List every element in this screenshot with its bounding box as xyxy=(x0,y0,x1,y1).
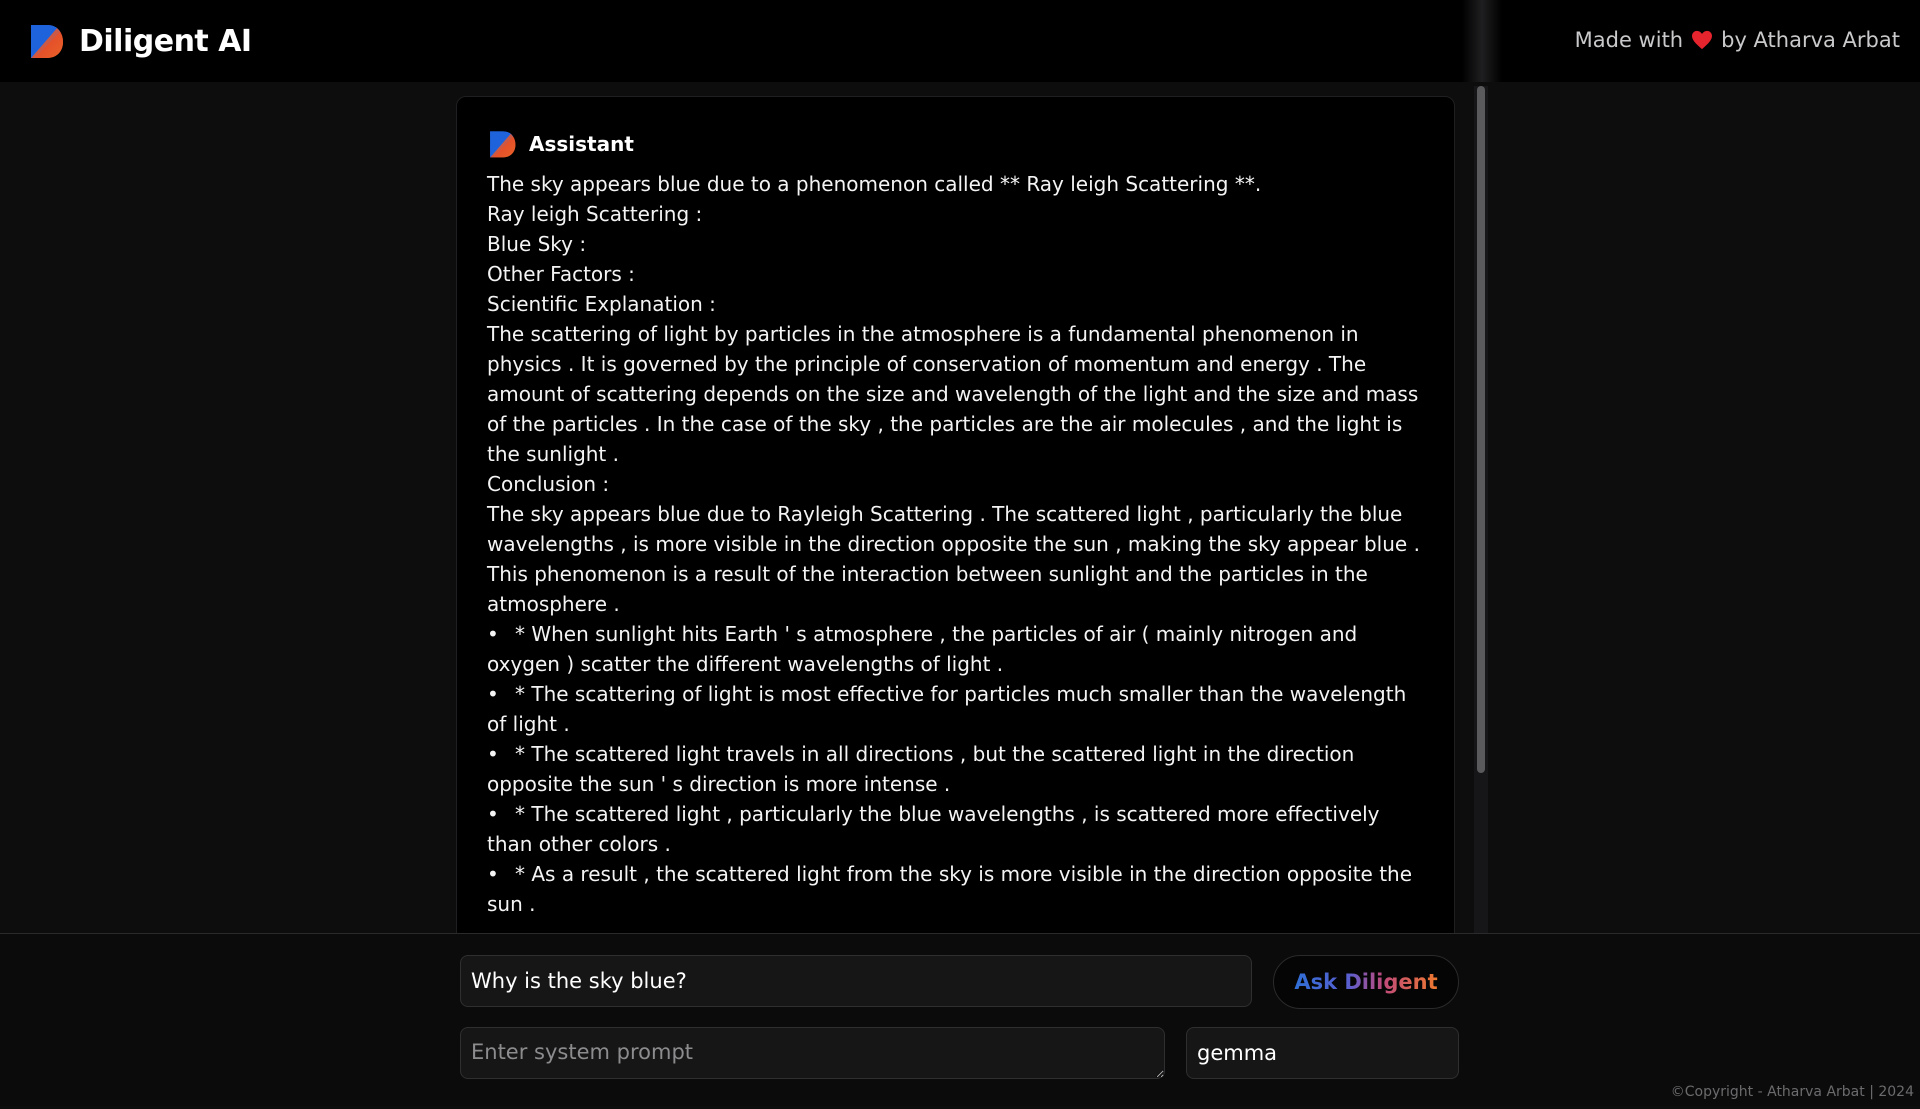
chat-area[interactable]: Assistant The sky appears blue due to a … xyxy=(0,82,1920,933)
made-with-prefix: Made with xyxy=(1574,28,1684,52)
system-prompt-input[interactable] xyxy=(460,1027,1165,1079)
scrollbar-thumb[interactable] xyxy=(1477,86,1485,773)
made-with-author: by Atharva Arbat xyxy=(1721,28,1900,52)
app-name: Diligent AI xyxy=(79,23,252,59)
top-header: Diligent AI Made with by Atharva Arbat xyxy=(0,0,1920,82)
brand[interactable]: Diligent AI xyxy=(27,22,252,60)
diligent-logo-icon xyxy=(31,25,63,58)
model-input[interactable] xyxy=(1186,1027,1459,1079)
message-bullet: * The scattering of light is most effect… xyxy=(487,679,1422,739)
message-paragraph: Ray leigh Scattering : xyxy=(487,202,703,226)
prompt-input[interactable] xyxy=(460,955,1252,1007)
heart-icon xyxy=(1692,30,1713,50)
message-paragraph: The sky appears blue due to Rayleigh Sca… xyxy=(487,502,1420,616)
message-paragraph: Scientific Explanation : xyxy=(487,292,716,316)
made-with-credit: Made with by Atharva Arbat xyxy=(1575,28,1900,52)
message-paragraph: The scattering of light by particles in … xyxy=(487,322,1419,466)
message-paragraph: Other Factors : xyxy=(487,262,635,286)
message-bullet-list: * When sunlight hits Earth ' s atmospher… xyxy=(487,619,1422,919)
message-bullet: * As a result , the scattered light from… xyxy=(487,859,1422,919)
message-bullet: * The scattered light , particularly the… xyxy=(487,799,1422,859)
message-paragraph: Blue Sky : xyxy=(487,232,587,256)
message-bullet: * The scattered light travels in all dir… xyxy=(487,739,1422,799)
message-role: Assistant xyxy=(529,132,634,156)
ask-diligent-button[interactable]: Ask Diligent xyxy=(1273,955,1459,1009)
header-divider xyxy=(1462,0,1502,82)
composer-panel: Ask Diligent ©Copyright - Atharva Arbat … xyxy=(0,933,1920,1106)
message-paragraph: Conclusion : xyxy=(487,472,610,496)
message-paragraph: The sky appears blue due to a phenomenon… xyxy=(487,172,1262,196)
assistant-message: Assistant The sky appears blue due to a … xyxy=(456,96,1455,933)
chat-scrollbar[interactable] xyxy=(1474,86,1488,933)
ask-button-label: Ask Diligent xyxy=(1294,970,1438,994)
message-body: The sky appears blue due to a phenomenon… xyxy=(487,169,1422,919)
copyright-text: ©Copyright - Atharva Arbat | 2024 xyxy=(1670,1084,1914,1100)
assistant-avatar-icon xyxy=(490,131,516,158)
message-header: Assistant xyxy=(487,129,1422,159)
message-bullet: * When sunlight hits Earth ' s atmospher… xyxy=(487,619,1422,679)
